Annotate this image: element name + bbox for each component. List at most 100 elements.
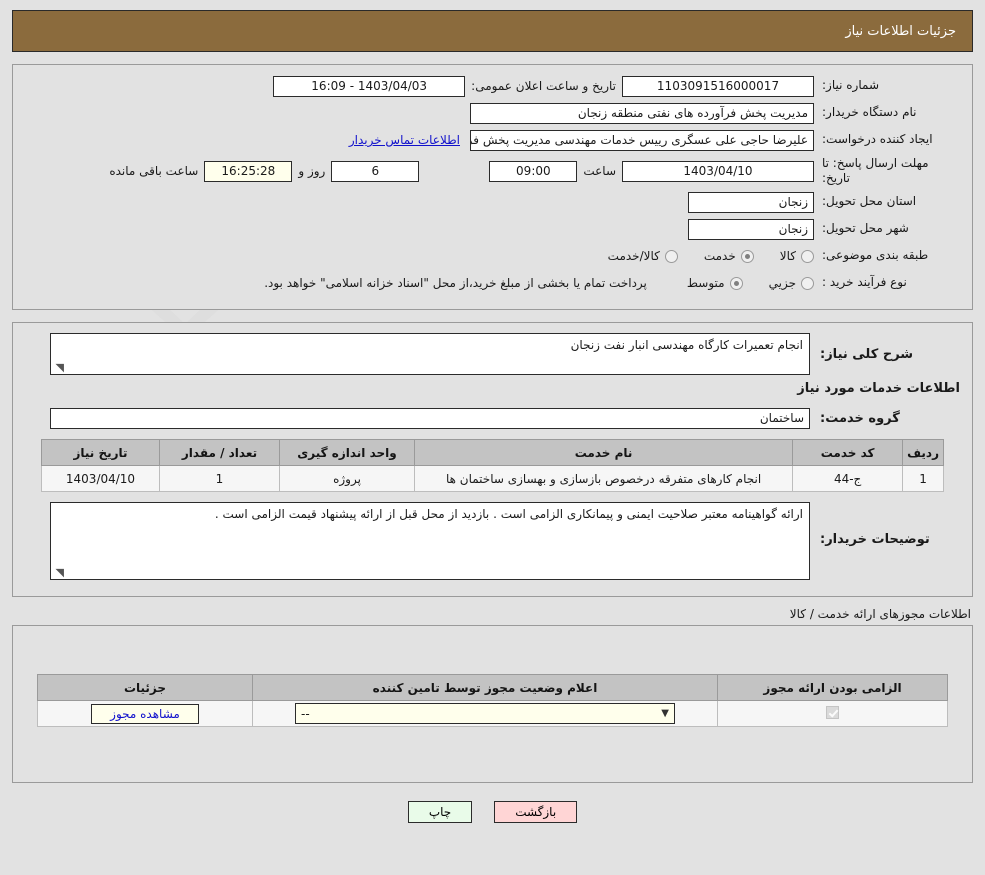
deadline-time-value: 09:00 — [489, 160, 578, 182]
buyer-org-value: مدیریت پخش فرآورده های نفتی منطقه زنجان — [470, 102, 814, 124]
deadline-label: مهلت ارسال پاسخ: تا تاریخ: — [822, 156, 929, 185]
need-number-label: شماره نیاز: — [822, 78, 879, 93]
need-info-panel: شماره نیاز: 1103091516000017 تاریخ و ساع… — [12, 64, 973, 310]
need-number-value: 1103091516000017 — [622, 75, 814, 97]
city-value: زنجان — [688, 218, 814, 240]
process-label: نوع فرآیند خرید : — [822, 275, 907, 290]
deadline-date-value: 1403/04/10 — [622, 160, 814, 182]
cell-code: ج-44 — [792, 465, 904, 492]
service-group-row: گروه خدمت: ساختمان — [25, 408, 960, 429]
table-row: ▼ -- مشاهده مجوز — [37, 700, 948, 727]
col-name: نام خدمت — [413, 439, 794, 466]
services-table-wrap: ردیف کد خدمت نام خدمت واحد اندازه گیری ت… — [41, 439, 944, 492]
col-license-details: جزئیات — [37, 674, 253, 701]
license-status-value: -- — [301, 706, 310, 721]
footer-actions: بازگشت چاپ — [0, 801, 985, 823]
category-option-label: کالا/خدمت — [607, 249, 660, 263]
buyer-org-label: نام دستگاه خریدار: — [822, 105, 917, 120]
category-option-khedmat[interactable]: خدمت — [704, 249, 754, 263]
remaining-time-value: 16:25:28 — [204, 160, 293, 182]
services-table: ردیف کد خدمت نام خدمت واحد اندازه گیری ت… — [41, 439, 944, 492]
col-date: تاریخ نیاز — [41, 439, 160, 466]
radio-icon[interactable] — [664, 249, 678, 263]
creator-label: ایجاد کننده درخواست: — [822, 132, 933, 147]
process-option-motevaset[interactable]: متوسط — [687, 276, 743, 290]
cell-license-details: مشاهده مجوز — [37, 700, 253, 727]
province-row: استان محل تحویل: زنجان — [25, 191, 960, 213]
radio-icon[interactable] — [729, 276, 743, 290]
licenses-table-wrap: الزامی بودن ارائه مجوز اعلام وضعیت مجوز … — [37, 674, 948, 727]
radio-icon[interactable] — [801, 276, 814, 290]
cell-name: انجام کارهای متفرقه درخصوص بازسازی و بهس… — [413, 465, 794, 492]
category-option-kala[interactable]: کالا — [780, 249, 814, 263]
cell-unit: پروژه — [279, 465, 415, 492]
print-button[interactable]: چاپ — [407, 801, 473, 823]
announce-label: تاریخ و ساعت اعلان عمومی: — [471, 79, 616, 93]
services-table-header-row: ردیف کد خدمت نام خدمت واحد اندازه گیری ت… — [41, 439, 944, 466]
license-required-checkbox — [826, 705, 839, 719]
cell-license-status: ▼ -- — [252, 700, 718, 727]
page-header: جزئیات اطلاعات نیاز — [12, 10, 973, 52]
city-label: شهر محل تحویل: — [822, 221, 909, 236]
page-title: جزئیات اطلاعات نیاز — [845, 23, 956, 39]
province-value: زنجان — [688, 191, 814, 213]
col-license-status: اعلام وضعیت مجوز توسط تامین کننده — [252, 674, 718, 701]
hour-word-label: ساعت — [583, 164, 616, 178]
buyer-org-row: نام دستگاه خریدار: مدیریت پخش فرآورده ها… — [25, 102, 960, 124]
creator-value: علیرضا حاجی علی عسگری رییس خدمات مهندسی … — [470, 129, 814, 151]
cell-row-no: 1 — [902, 465, 944, 492]
service-group-label: گروه خدمت: — [820, 411, 900, 426]
description-row: شرح کلی نیاز: انجام تعمیرات کارگاه مهندس… — [25, 333, 960, 375]
process-option-label: جزیي — [768, 276, 796, 290]
announce-value: 1403/04/03 - 16:09 — [273, 75, 466, 97]
services-panel: شرح کلی نیاز: انجام تعمیرات کارگاه مهندس… — [12, 322, 973, 597]
col-unit: واحد اندازه گیری — [279, 439, 415, 466]
description-value: انجام تعمیرات کارگاه مهندسی انبار نفت زن… — [570, 338, 803, 352]
col-license-required: الزامی بودن ارائه مجوز — [717, 674, 948, 701]
cell-qty: 1 — [159, 465, 280, 492]
category-radio-group: کالا خدمت کالا/خدمت — [582, 249, 814, 263]
process-row: نوع فرآیند خرید : جزیي متوسط پرداخت تمام… — [25, 272, 960, 294]
deadline-row: مهلت ارسال پاسخ: تا تاریخ: 1403/04/10 سا… — [25, 156, 960, 186]
back-button[interactable]: بازگشت — [494, 801, 578, 823]
licenses-table: الزامی بودن ارائه مجوز اعلام وضعیت مجوز … — [37, 674, 948, 727]
buyer-notes-row: توضیحات خریدار: ارائه گواهینامه معتبر صل… — [25, 502, 960, 580]
buyer-notes-value: ارائه گواهینامه معتبر صلاحیت ایمنی و پیم… — [214, 507, 803, 521]
description-textarea[interactable]: انجام تعمیرات کارگاه مهندسی انبار نفت زن… — [50, 333, 810, 375]
radio-icon[interactable] — [740, 249, 754, 263]
resize-grip-icon[interactable]: ◥ — [54, 567, 64, 578]
content-root: جزئیات اطلاعات نیاز شماره نیاز: 11030915… — [0, 10, 985, 823]
process-option-label: متوسط — [686, 276, 725, 290]
need-number-row: شماره نیاز: 1103091516000017 تاریخ و ساع… — [25, 75, 960, 97]
creator-row: ایجاد کننده درخواست: علیرضا حاجی علی عسگ… — [25, 129, 960, 151]
page-root: W AriaTender.net جزئیات اطلاعات نیاز شما… — [0, 10, 985, 875]
col-row-no: ردیف — [902, 439, 944, 466]
category-option-kala-khedmat[interactable]: کالا/خدمت — [608, 249, 678, 263]
process-radio-group: جزیي متوسط — [661, 276, 814, 290]
services-section-title: اطلاعات خدمات مورد نیاز — [797, 381, 960, 396]
remaining-days-value: 6 — [331, 160, 420, 182]
buyer-notes-label: توضیحات خریدار: — [820, 532, 930, 547]
province-label: استان محل تحویل: — [822, 194, 917, 209]
cell-date: 1403/04/10 — [41, 465, 160, 492]
licenses-section-title: اطلاعات مجوزهای ارائه خدمت / کالا — [789, 607, 971, 621]
licenses-table-header-row: الزامی بودن ارائه مجوز اعلام وضعیت مجوز … — [37, 674, 948, 701]
process-note: پرداخت تمام یا بخشی از مبلغ خرید،از محل … — [264, 276, 647, 290]
category-label: طبقه بندی موضوعی: — [822, 248, 929, 263]
category-option-label: خدمت — [703, 249, 736, 263]
resize-grip-icon[interactable]: ◥ — [54, 362, 64, 373]
licenses-panel: الزامی بودن ارائه مجوز اعلام وضعیت مجوز … — [12, 625, 973, 783]
service-group-value: ساختمان — [50, 408, 810, 429]
view-license-button[interactable]: مشاهده مجوز — [91, 703, 199, 724]
description-label: شرح کلی نیاز: — [820, 347, 914, 362]
chevron-down-icon[interactable]: ▼ — [661, 708, 669, 719]
category-row: طبقه بندی موضوعی: کالا خدمت کالا/خدمت — [25, 245, 960, 267]
category-option-label: کالا — [779, 249, 796, 263]
radio-icon[interactable] — [801, 249, 814, 263]
license-status-select[interactable]: ▼ -- — [295, 703, 675, 724]
buyer-contact-link[interactable]: اطلاعات تماس خریدار — [349, 133, 460, 147]
table-row: 1 ج-44 انجام کارهای متفرقه درخصوص بازساز… — [41, 465, 944, 492]
buyer-notes-textarea[interactable]: ارائه گواهینامه معتبر صلاحیت ایمنی و پیم… — [50, 502, 810, 580]
remaining-word-label: ساعت باقی مانده — [109, 164, 199, 178]
process-option-jozi[interactable]: جزیي — [769, 276, 814, 290]
